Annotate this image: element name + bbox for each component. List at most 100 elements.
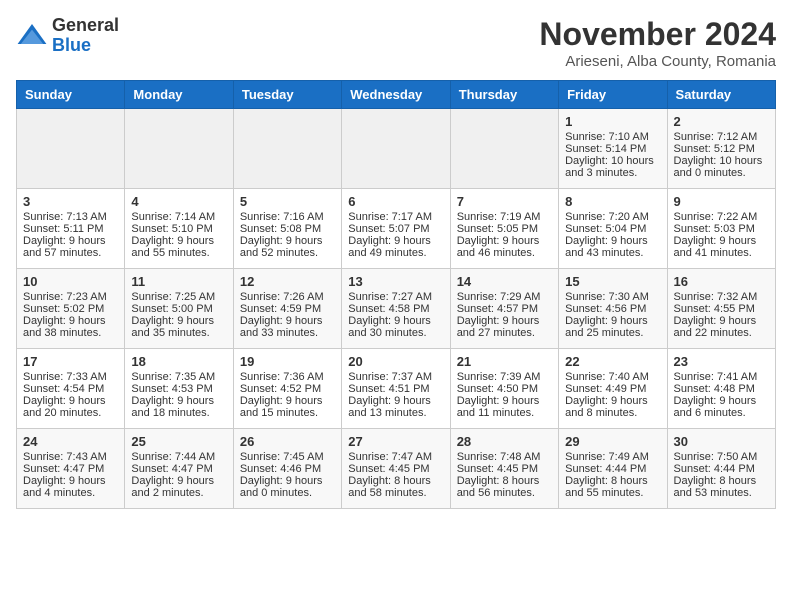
day-info-line: Daylight: 9 hours (240, 235, 335, 247)
day-info-line: Sunset: 4:54 PM (23, 383, 118, 395)
day-info-line: Daylight: 9 hours (674, 315, 769, 327)
day-info-line: and 22 minutes. (674, 327, 769, 339)
day-info-line: Daylight: 9 hours (565, 315, 660, 327)
day-info-line: and 35 minutes. (131, 327, 226, 339)
day-info-line: Sunrise: 7:40 AM (565, 371, 660, 383)
day-info-line: Sunrise: 7:19 AM (457, 211, 552, 223)
day-info-line: and 33 minutes. (240, 327, 335, 339)
day-info-line: Sunrise: 7:13 AM (23, 211, 118, 223)
day-info-line: Daylight: 9 hours (23, 315, 118, 327)
day-info-line: Sunset: 5:02 PM (23, 303, 118, 315)
day-info-line: Daylight: 9 hours (240, 475, 335, 487)
week-row-3: 10Sunrise: 7:23 AMSunset: 5:02 PMDayligh… (17, 269, 776, 349)
day-info-line: Sunrise: 7:17 AM (348, 211, 443, 223)
day-number: 21 (457, 354, 552, 369)
day-info-line: Sunrise: 7:39 AM (457, 371, 552, 383)
day-info-line: Daylight: 9 hours (240, 315, 335, 327)
day-info-line: Daylight: 9 hours (565, 235, 660, 247)
day-info-line: and 27 minutes. (457, 327, 552, 339)
day-number: 6 (348, 194, 443, 209)
day-number: 18 (131, 354, 226, 369)
day-info-line: Daylight: 9 hours (674, 395, 769, 407)
day-info-line: and 55 minutes. (131, 247, 226, 259)
day-info-line: Daylight: 8 hours (674, 475, 769, 487)
day-info-line: Sunset: 4:50 PM (457, 383, 552, 395)
title-section: November 2024 Arieseni, Alba County, Rom… (539, 16, 776, 70)
calendar-cell: 30Sunrise: 7:50 AMSunset: 4:44 PMDayligh… (667, 429, 775, 509)
day-info-line: Sunset: 5:03 PM (674, 223, 769, 235)
calendar-cell: 9Sunrise: 7:22 AMSunset: 5:03 PMDaylight… (667, 189, 775, 269)
day-info-line: Daylight: 9 hours (565, 395, 660, 407)
day-info-line: Sunset: 4:47 PM (131, 463, 226, 475)
calendar-cell: 24Sunrise: 7:43 AMSunset: 4:47 PMDayligh… (17, 429, 125, 509)
weekday-header-tuesday: Tuesday (233, 81, 341, 109)
day-info-line: and 18 minutes. (131, 407, 226, 419)
day-info-line: Sunset: 5:04 PM (565, 223, 660, 235)
day-info-line: Daylight: 9 hours (457, 315, 552, 327)
calendar-cell: 12Sunrise: 7:26 AMSunset: 4:59 PMDayligh… (233, 269, 341, 349)
calendar-cell: 4Sunrise: 7:14 AMSunset: 5:10 PMDaylight… (125, 189, 233, 269)
day-number: 11 (131, 274, 226, 289)
calendar-cell: 3Sunrise: 7:13 AMSunset: 5:11 PMDaylight… (17, 189, 125, 269)
day-info-line: Sunrise: 7:23 AM (23, 291, 118, 303)
day-info-line: Sunset: 4:46 PM (240, 463, 335, 475)
day-number: 17 (23, 354, 118, 369)
day-info-line: Daylight: 9 hours (240, 395, 335, 407)
calendar-cell (450, 109, 558, 189)
day-number: 24 (23, 434, 118, 449)
day-info-line: and 3 minutes. (565, 167, 660, 179)
day-number: 22 (565, 354, 660, 369)
day-info-line: Daylight: 10 hours (565, 155, 660, 167)
day-info-line: Sunrise: 7:10 AM (565, 131, 660, 143)
day-info-line: Daylight: 9 hours (23, 395, 118, 407)
calendar-cell: 7Sunrise: 7:19 AMSunset: 5:05 PMDaylight… (450, 189, 558, 269)
calendar-cell: 13Sunrise: 7:27 AMSunset: 4:58 PMDayligh… (342, 269, 450, 349)
day-info-line: and 11 minutes. (457, 407, 552, 419)
day-info-line: Sunrise: 7:49 AM (565, 451, 660, 463)
day-number: 7 (457, 194, 552, 209)
day-info-line: Sunset: 4:49 PM (565, 383, 660, 395)
day-number: 8 (565, 194, 660, 209)
day-number: 9 (674, 194, 769, 209)
location: Arieseni, Alba County, Romania (539, 53, 776, 70)
day-info-line: Sunset: 4:59 PM (240, 303, 335, 315)
day-number: 5 (240, 194, 335, 209)
day-info-line: Sunrise: 7:45 AM (240, 451, 335, 463)
day-info-line: and 13 minutes. (348, 407, 443, 419)
day-info-line: Sunset: 4:45 PM (457, 463, 552, 475)
week-row-1: 1Sunrise: 7:10 AMSunset: 5:14 PMDaylight… (17, 109, 776, 189)
day-info-line: Daylight: 9 hours (23, 475, 118, 487)
day-info-line: Sunrise: 7:20 AM (565, 211, 660, 223)
day-info-line: Daylight: 8 hours (457, 475, 552, 487)
day-number: 30 (674, 434, 769, 449)
day-info-line: Sunset: 5:08 PM (240, 223, 335, 235)
day-info-line: Sunrise: 7:48 AM (457, 451, 552, 463)
day-info-line: Daylight: 8 hours (348, 475, 443, 487)
day-info-line: and 56 minutes. (457, 487, 552, 499)
day-info-line: Daylight: 9 hours (23, 235, 118, 247)
day-info-line: Sunrise: 7:50 AM (674, 451, 769, 463)
day-info-line: Sunrise: 7:37 AM (348, 371, 443, 383)
day-info-line: and 52 minutes. (240, 247, 335, 259)
day-number: 27 (348, 434, 443, 449)
week-row-2: 3Sunrise: 7:13 AMSunset: 5:11 PMDaylight… (17, 189, 776, 269)
calendar-cell (17, 109, 125, 189)
day-info-line: Daylight: 9 hours (674, 235, 769, 247)
day-number: 28 (457, 434, 552, 449)
day-info-line: Sunrise: 7:26 AM (240, 291, 335, 303)
weekday-header-wednesday: Wednesday (342, 81, 450, 109)
logo: General Blue (16, 16, 119, 56)
day-info-line: Daylight: 9 hours (348, 235, 443, 247)
day-info-line: Sunrise: 7:36 AM (240, 371, 335, 383)
day-info-line: and 25 minutes. (565, 327, 660, 339)
month-title: November 2024 (539, 16, 776, 53)
calendar-cell: 11Sunrise: 7:25 AMSunset: 5:00 PMDayligh… (125, 269, 233, 349)
day-info-line: Sunset: 4:52 PM (240, 383, 335, 395)
day-info-line: Daylight: 9 hours (131, 395, 226, 407)
weekday-header-friday: Friday (559, 81, 667, 109)
day-number: 13 (348, 274, 443, 289)
day-info-line: Daylight: 9 hours (131, 235, 226, 247)
day-number: 2 (674, 114, 769, 129)
calendar-cell: 6Sunrise: 7:17 AMSunset: 5:07 PMDaylight… (342, 189, 450, 269)
day-info-line: Daylight: 9 hours (131, 475, 226, 487)
